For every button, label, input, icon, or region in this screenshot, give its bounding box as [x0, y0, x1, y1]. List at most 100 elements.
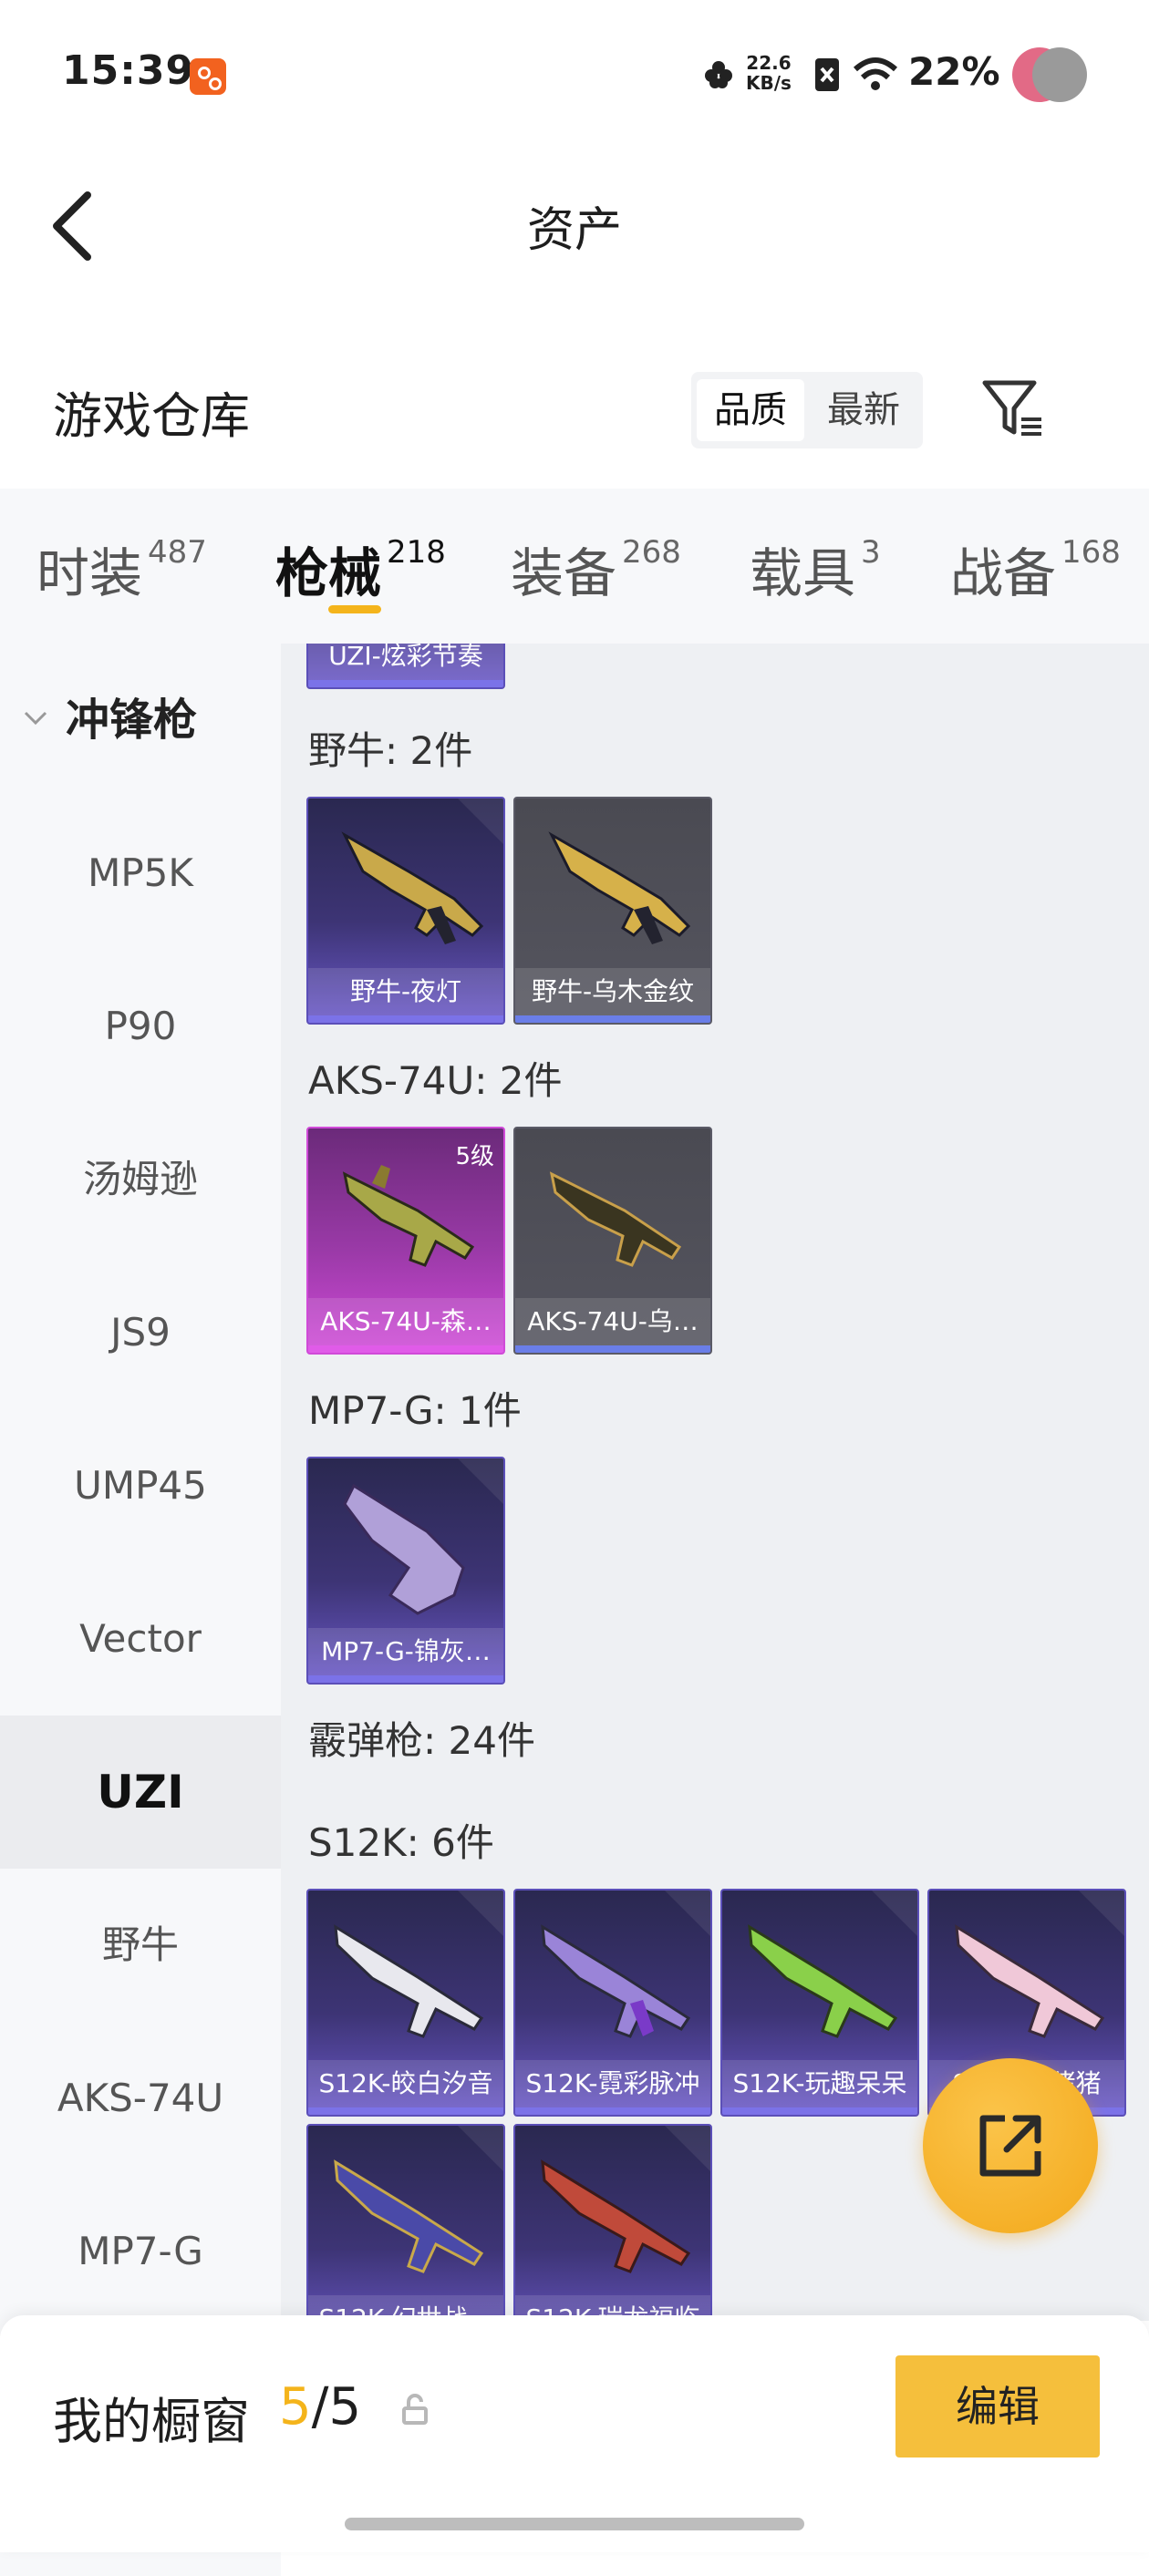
filter-icon[interactable] [979, 376, 1045, 441]
section-title: S12K: 6件 [308, 1820, 494, 1865]
section-title: AKS-74U: 2件 [308, 1058, 563, 1103]
weapon-card[interactable]: 5级 AKS-74U-森… [306, 1127, 505, 1355]
gun-image [549, 1171, 682, 1267]
gun-image [541, 2159, 691, 2273]
rarity-bar [308, 2107, 503, 2115]
weapon-card[interactable]: S12K-霓彩脉冲 [513, 1889, 712, 2117]
wifi-icon [853, 57, 898, 90]
page-header: 资产 [0, 146, 1149, 292]
weapon-card[interactable]: 野牛-夜灯 [306, 797, 505, 1025]
sort-option-latest[interactable]: 最新 [810, 379, 917, 441]
network-speed: 22.6 KB/s [746, 53, 792, 93]
chevron-down-icon [24, 711, 47, 726]
rarity-bar [515, 2107, 710, 2115]
weapon-card[interactable]: MP7-G-锦灰… [306, 1457, 505, 1685]
weapon-card[interactable]: UZI-炫彩节奏 [306, 644, 505, 689]
active-tab-indicator [328, 605, 381, 613]
weapon-card-label: 野牛-夜灯 [308, 968, 503, 1015]
share-external-icon [979, 2115, 1041, 2177]
weapon-card[interactable]: AKS-74U-乌… [513, 1127, 712, 1355]
sort-toggle: 品质 最新 [691, 372, 923, 448]
weapon-card[interactable]: S12K-幻世战… [306, 2124, 505, 2321]
tab-guns[interactable]: 枪械 218 [275, 531, 446, 607]
edit-button[interactable]: 编辑 [895, 2355, 1100, 2458]
weapon-card-label: AKS-74U-乌… [515, 1298, 710, 1345]
gun-image [343, 1483, 465, 1615]
home-indicator[interactable] [345, 2518, 804, 2530]
weapon-card-label: AKS-74U-森… [308, 1298, 503, 1345]
tab-label: 时装 [36, 542, 143, 604]
tab-vehicles[interactable]: 载具 3 [750, 531, 881, 607]
category-tabs: 时装 487 枪械 218 装备 268 载具 3 战备 168 [0, 489, 1149, 644]
showcase-title: 我的橱窗 [53, 2393, 250, 2450]
sidebar-item-aks74u[interactable]: AKS-74U [0, 2022, 281, 2175]
section-title: MP7-G: 1件 [308, 1388, 522, 1433]
showcase-bar: 我的橱窗 5/5 编辑 [0, 2315, 1149, 2552]
rarity-bar [308, 1015, 503, 1023]
weapon-card-label: 野牛-乌木金纹 [515, 968, 710, 1015]
rarity-bar [308, 1345, 503, 1353]
sidebar-item-thompson[interactable]: 汤姆逊 [0, 1103, 281, 1256]
lock-icon [402, 2394, 428, 2425]
rarity-bar [515, 1345, 710, 1353]
weapon-card-label: S12K-霓彩脉冲 [515, 2060, 710, 2107]
tab-label: 载具 [750, 542, 856, 604]
sidebar-item-uzi[interactable]: UZI [0, 1716, 281, 1869]
showcase-count-separator: / [311, 2377, 329, 2437]
sidebar-item-ump45[interactable]: UMP45 [0, 1409, 281, 1562]
sidebar-item-bizon[interactable]: 野牛 [0, 1869, 281, 2022]
weapon-card-label: S12K-皎白汐音 [308, 2060, 503, 2107]
tab-label: 装备 [511, 542, 617, 604]
tab-label: 战备 [950, 542, 1057, 604]
tab-count: 3 [861, 534, 881, 571]
rarity-bar [308, 1675, 503, 1683]
weapon-sidebar: 冲锋枪 MP5K P90 汤姆逊 JS9 UMP45 Vector UZI 野牛… [0, 644, 281, 2576]
page-title: 资产 [526, 203, 622, 258]
sidebar-item-vector[interactable]: Vector [0, 1562, 281, 1716]
network-speed-value: 22.6 [746, 52, 792, 74]
sidebar-category-smg[interactable]: 冲锋枪 [0, 644, 281, 797]
app-notification-icon [190, 58, 226, 95]
tab-outfits[interactable]: 时装 487 [36, 531, 207, 607]
showcase-count: 5/5 [279, 2377, 361, 2437]
tab-equipment[interactable]: 装备 268 [511, 531, 681, 607]
share-button[interactable] [923, 2058, 1098, 2233]
rarity-bar [515, 1015, 710, 1023]
showcase-count-total: 5 [328, 2377, 362, 2437]
avatar [1012, 47, 1087, 102]
flower-icon [705, 61, 732, 88]
gun-image [748, 1924, 898, 2038]
tab-supplies[interactable]: 战备 168 [950, 531, 1121, 607]
sidebar-item-js9[interactable]: JS9 [0, 1256, 281, 1409]
tab-count: 487 [148, 534, 207, 571]
weapon-card-label: MP7-G-锦灰… [308, 1628, 503, 1675]
weapon-card[interactable]: S12K-瑞龙福临 [513, 2124, 712, 2321]
sidebar-item-p90[interactable]: P90 [0, 950, 281, 1103]
gun-image [341, 831, 484, 944]
sidebar-item-mp7g[interactable]: MP7-G [0, 2175, 281, 2328]
network-speed-unit: KB/s [746, 72, 792, 94]
weapon-card-label: S12K-玩趣呆呆 [722, 2060, 917, 2107]
rarity-bar [722, 2107, 917, 2115]
weapon-card[interactable]: S12K-皎白汐音 [306, 1889, 505, 2117]
section-title: 霰弹枪: 24件 [308, 1718, 535, 1763]
tab-count: 268 [622, 534, 681, 571]
tab-count: 168 [1061, 534, 1121, 571]
gun-image [548, 831, 691, 944]
sidebar-item-mp5k[interactable]: MP5K [0, 797, 281, 950]
gun-image [955, 1924, 1105, 2038]
weapon-card[interactable]: 野牛-乌木金纹 [513, 797, 712, 1025]
gun-image [334, 2159, 484, 2273]
weapon-card[interactable]: S12K-玩趣呆呆 [720, 1889, 919, 2117]
gun-image [342, 1165, 475, 1267]
rarity-bar [308, 680, 503, 687]
status-bar: 15:39 22.6 KB/s 22% [0, 0, 1149, 146]
gun-image [334, 1924, 484, 2038]
status-time: 15:39 [62, 47, 195, 94]
battery-level: 22% [908, 49, 1000, 94]
warehouse-title: 游戏仓库 [53, 387, 250, 445]
gun-image [541, 1924, 691, 2038]
sort-option-quality[interactable]: 品质 [697, 379, 804, 441]
tab-label: 枪械 [275, 542, 382, 604]
section-title: 野牛: 2件 [308, 728, 473, 773]
